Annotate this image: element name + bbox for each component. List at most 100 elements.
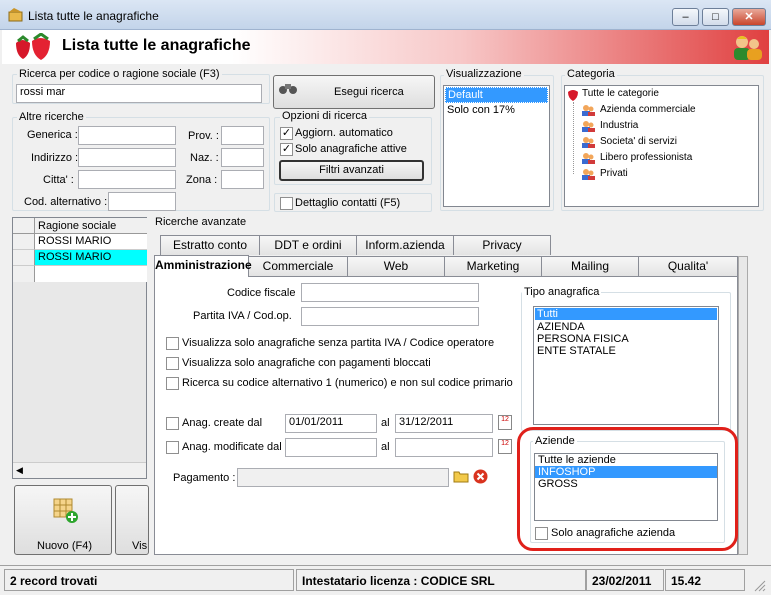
advanced-filters-button[interactable]: Filtri avanzati [279,160,424,181]
prov-label: Prov. : [188,130,219,142]
table-row[interactable]: ROSSI MARIO [35,234,147,250]
license-holder: Intestatario licenza : CODICE SRL [296,569,586,591]
people-icon [582,153,595,164]
citta-input[interactable] [78,170,176,189]
view-listbox[interactable]: Default Solo con 17% [443,85,550,207]
auto-update-checkbox[interactable]: ✓ [280,127,293,140]
category-tree[interactable]: Tutte le categorie Azienda commerciale I… [564,85,759,207]
tab-inform-azienda[interactable]: Inform.azienda [356,235,454,255]
tab-commerciale[interactable]: Commerciale [248,256,348,276]
horizontal-scrollbar[interactable]: ◀ [13,462,146,478]
maximize-button[interactable]: □ [702,8,729,26]
pagamento-label: Pagamento : [173,472,236,484]
tipo-item-tutti[interactable]: Tutti [535,308,717,320]
created-from-input[interactable]: 01/01/2011 [285,414,377,433]
aziende-listbox[interactable]: Tutte le aziende INFOSHOP GROSS [534,453,718,521]
tab-mailing[interactable]: Mailing [541,256,639,276]
people-icon [582,169,595,180]
tab-marketing[interactable]: Marketing [444,256,542,276]
new-button[interactable]: Nuovo (F4) [14,485,112,555]
tab-ddt-ordini[interactable]: DDT e ordini [259,235,357,255]
codice-fiscale-input[interactable] [301,283,479,302]
row-header[interactable] [13,250,35,266]
tab-privacy[interactable]: Privacy [453,235,551,255]
view-button[interactable]: Vis [115,485,149,555]
no-vat-checkbox[interactable] [166,337,179,350]
close-button[interactable]: ✕ [732,8,766,26]
solo-azienda-checkbox[interactable] [535,527,548,540]
pagamento-input[interactable] [237,468,449,487]
cod-alternativo-label: Cod. alternativo : [24,196,108,208]
users-icon [734,36,762,60]
zona-input[interactable] [221,170,264,189]
calendar-icon[interactable]: 12 [498,439,512,454]
contact-detail-checkbox[interactable] [280,197,293,210]
tipo-item-persona-fisica[interactable]: PERSONA FISICA [534,333,718,345]
aziende-label: Aziende [533,435,577,447]
solo-azienda-label: Solo anagrafiche azienda [551,527,676,539]
aziende-item-infoshop[interactable]: INFOSHOP [535,466,717,478]
generica-label: Generica : [27,129,78,141]
active-only-checkbox[interactable]: ✓ [280,143,293,156]
scroll-left-icon[interactable]: ◀ [16,465,23,476]
tipo-anagrafica-label: Tipo anagrafica [522,286,602,298]
strawberry-icon [16,33,50,60]
view-item-default[interactable]: Default [445,87,548,103]
blocked-payments-checkbox[interactable] [166,357,179,370]
tipo-item-ente-statale[interactable]: ENTE STATALE [534,345,718,357]
status-date: 23/02/2011 [586,569,664,591]
partita-iva-input[interactable] [301,307,479,326]
created-range-checkbox[interactable] [166,417,179,430]
tipo-anagrafica-listbox[interactable]: Tutti AZIENDA PERSONA FISICA ENTE STATAL… [533,306,719,425]
active-only-label: Solo anagrafiche attive [295,143,407,155]
auto-update-label: Aggiorn. automatico [295,127,393,139]
aziende-item-tutte[interactable]: Tutte le aziende [535,454,717,466]
grid-header-ragione-sociale[interactable]: Ragione sociale [35,218,147,234]
modified-range-checkbox[interactable] [166,441,179,454]
tab-qualita[interactable]: Qualita' [638,256,738,276]
tab-panel-amministrazione: Codice fiscale Partita IVA / Cod.op. Vis… [154,276,738,555]
indirizzo-input[interactable] [78,148,176,167]
tab-web[interactable]: Web [347,256,445,276]
status-bar: 2 record trovati Intestatario licenza : … [0,565,771,595]
aziende-item-gross[interactable]: GROSS [535,478,717,490]
row-header[interactable] [13,234,35,250]
table-row-selected[interactable]: ROSSI MARIO [35,250,147,266]
category-item-label: Societa' di servizi [600,136,677,147]
page-title: Lista tutte le anagrafiche [62,37,251,54]
search-input[interactable]: rossi mar [16,84,262,103]
created-to-input[interactable]: 31/12/2011 [395,414,493,433]
other-searches-label: Altre ricerche [17,111,86,123]
calendar-icon[interactable]: 12 [498,415,512,430]
execute-search-button[interactable]: Esegui ricerca [273,75,435,109]
modified-from-input[interactable] [285,438,377,457]
tab-estratto-conto[interactable]: Estratto conto [160,235,260,255]
prov-input[interactable] [221,126,264,145]
view-item-17[interactable]: Solo con 17% [444,104,549,116]
category-item-label: Privati [600,168,628,179]
tab-amministrazione[interactable]: Amministrazione [154,255,252,277]
created-al-label: al [381,417,390,429]
view-label: Visualizzazione [444,68,524,80]
category-label: Categoria [565,68,617,80]
people-icon [582,137,595,148]
tipo-item-azienda[interactable]: AZIENDA [534,321,718,333]
people-icon [582,121,595,132]
search-options-label: Opzioni di ricerca [280,110,369,122]
cod-alternativo-input[interactable] [108,192,176,211]
generica-input[interactable] [78,126,176,145]
alt-code-checkbox[interactable] [166,377,179,390]
naz-input[interactable] [221,148,264,167]
clear-icon[interactable] [473,469,488,484]
record-count: 2 record trovati [4,569,294,591]
resize-grip-icon[interactable] [752,578,766,592]
results-grid[interactable]: Ragione sociale ROSSI MARIO ROSSI MARIO … [12,217,147,479]
minimize-button[interactable]: – [672,8,699,26]
row-header[interactable] [13,266,35,282]
category-item-label: Azienda commerciale [600,104,696,115]
partita-iva-label: Partita IVA / Cod.op. [193,310,292,322]
table-row-empty[interactable] [35,266,147,282]
alt-code-label: Ricerca su codice alternativo 1 (numeric… [182,377,513,389]
modified-to-input[interactable] [395,438,493,457]
folder-icon[interactable] [453,469,469,483]
